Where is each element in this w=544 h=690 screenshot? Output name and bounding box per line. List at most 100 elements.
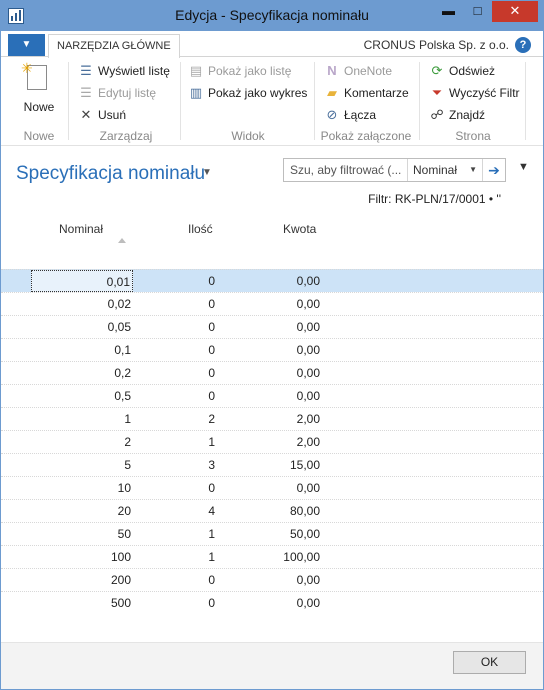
group-label-manage: Zarządzaj (99, 129, 153, 143)
cell-amount: 2,00 (296, 435, 320, 449)
list-icon: ▤ (189, 63, 203, 78)
table-row[interactable]: 500 0 0,00 (1, 591, 543, 614)
cell-quantity[interactable]: 1 (161, 431, 215, 453)
cell-amount: 0,00 (296, 297, 320, 311)
table-row[interactable]: 0,01 0 0,00 (1, 269, 543, 292)
table-row[interactable]: 5 3 15,00 (1, 453, 543, 476)
help-icon[interactable]: ? (515, 37, 531, 53)
cell-nominal[interactable]: 5 (31, 454, 133, 476)
cell-nominal[interactable]: 500 (31, 592, 133, 614)
refresh-button[interactable]: ⟳ Odśwież (429, 62, 495, 80)
cell-nominal[interactable]: 0,1 (31, 339, 133, 361)
clear-filter-button[interactable]: ⏷ Wyczyść Filtr (429, 84, 520, 102)
cell-quantity[interactable]: 0 (161, 477, 215, 499)
column-header-amount[interactable]: Kwota (283, 222, 316, 236)
cell-nominal[interactable]: 50 (31, 523, 133, 545)
cell-nominal[interactable]: 0,2 (31, 362, 133, 384)
table-row[interactable]: 0,1 0 0,00 (1, 338, 543, 361)
cell-quantity[interactable]: 4 (161, 500, 215, 522)
table-row[interactable]: 0,5 0 0,00 (1, 384, 543, 407)
cell-nominal[interactable]: 0,02 (31, 293, 133, 315)
table-row[interactable]: 0,02 0 0,00 (1, 292, 543, 315)
show-as-chart-button[interactable]: ▥ Pokaż jako wykres (188, 84, 308, 102)
cell-amount: 0,00 (296, 389, 320, 403)
cell-quantity[interactable]: 0 (161, 385, 215, 407)
table-row[interactable]: 10 0 0,00 (1, 476, 543, 499)
new-button[interactable]: ✳ Nowe (17, 60, 61, 118)
ok-button[interactable]: OK (453, 651, 526, 674)
table-row[interactable]: 1 2 2,00 (1, 407, 543, 430)
cell-nominal[interactable]: 1 (31, 408, 133, 430)
filter-summary: Filtr: RK-PLN/17/0001 • '' (368, 192, 501, 206)
group-divider (314, 62, 315, 140)
apply-filter-arrow-icon[interactable]: ➔ (482, 159, 505, 181)
binoculars-icon: ☍ (430, 107, 444, 122)
sparkle-icon: ✳ (21, 60, 33, 76)
cell-quantity[interactable]: 1 (161, 523, 215, 545)
cell-quantity[interactable]: 1 (161, 546, 215, 568)
links-button[interactable]: ⊘ Łącza (324, 106, 376, 124)
filter-input[interactable] (284, 159, 406, 181)
company-name: CRONUS Polska Sp. z o.o. (363, 38, 509, 52)
cell-amount: 0,00 (296, 596, 320, 610)
group-label-page: Strona (455, 129, 491, 143)
delete-button[interactable]: ✕ Usuń (78, 106, 126, 124)
minimize-button[interactable]: ▬ (435, 1, 462, 22)
cell-quantity[interactable]: 0 (161, 569, 215, 591)
cell-quantity[interactable]: 0 (161, 316, 215, 338)
tab-home[interactable]: NARZĘDZIA GŁÓWNE (48, 34, 180, 58)
cell-amount: 2,00 (296, 412, 320, 426)
group-label-new: Nowe (23, 129, 55, 143)
table-row[interactable]: 20 4 80,00 (1, 499, 543, 522)
page-title[interactable]: Specyfikacja nominału (16, 163, 205, 185)
table-row[interactable]: 100 1 100,00 (1, 545, 543, 568)
cell-amount: 0,00 (296, 320, 320, 334)
table-row[interactable]: 200 0 0,00 (1, 568, 543, 591)
view-list-button[interactable]: ☰ Wyświetl listę (78, 62, 170, 80)
link-icon: ⊘ (326, 107, 338, 122)
comment-icon: ▰ (327, 85, 337, 100)
cell-quantity[interactable]: 2 (161, 408, 215, 430)
cell-quantity[interactable]: 3 (161, 454, 215, 476)
collapse-chevron-icon[interactable]: ▼ (518, 161, 529, 173)
filter-box: Nominał ▼ ➔ (283, 158, 506, 182)
table-row[interactable]: 0,05 0 0,00 (1, 315, 543, 338)
cell-nominal[interactable]: 10 (31, 477, 133, 499)
cell-quantity[interactable]: 0 (161, 339, 215, 361)
column-header-nominal[interactable]: Nominał (59, 222, 103, 236)
close-button[interactable]: ✕ (492, 1, 538, 22)
filter-field-select[interactable]: Nominał ▼ (407, 159, 482, 181)
edit-list-button[interactable]: ☰ Edytuj listę (78, 84, 156, 102)
cell-quantity[interactable]: 0 (161, 362, 215, 384)
cell-nominal[interactable]: 0,01 (31, 270, 133, 292)
title-bar[interactable]: Edycja - Specyfikacja nominału ▬ □ ✕ (1, 1, 543, 31)
sort-ascending-icon (118, 238, 126, 243)
cell-nominal[interactable]: 200 (31, 569, 133, 591)
find-button[interactable]: ☍ Znajdź (429, 106, 485, 124)
cell-nominal[interactable]: 0,5 (31, 385, 133, 407)
show-as-list-button[interactable]: ▤ Pokaż jako listę (188, 62, 292, 80)
comments-button[interactable]: ▰ Komentarze (324, 84, 409, 102)
cell-quantity[interactable]: 0 (161, 270, 215, 292)
cell-quantity[interactable]: 0 (161, 293, 215, 315)
cell-nominal[interactable]: 0,05 (31, 316, 133, 338)
onenote-button[interactable]: N OneNote (324, 62, 392, 80)
column-header-quantity[interactable]: Ilość (188, 222, 213, 236)
cell-quantity[interactable]: 0 (161, 592, 215, 614)
maximize-button[interactable]: □ (464, 1, 491, 22)
cell-nominal[interactable]: 100 (31, 546, 133, 568)
group-label-view: Widok (231, 129, 265, 143)
app-menu-button[interactable]: ▼ (8, 34, 45, 56)
table-row[interactable]: 2 1 2,00 (1, 430, 543, 453)
onenote-icon: N (327, 63, 337, 78)
table-row[interactable]: 0,2 0 0,00 (1, 361, 543, 384)
title-dropdown-icon[interactable]: ▼ (202, 167, 212, 178)
cell-nominal[interactable]: 20 (31, 500, 133, 522)
cell-nominal[interactable]: 2 (31, 431, 133, 453)
clear-filter-icon: ⏷ (431, 85, 443, 100)
table-row[interactable]: 50 1 50,00 (1, 522, 543, 545)
refresh-icon: ⟳ (431, 63, 443, 78)
dropdown-arrow-icon: ▼ (469, 165, 477, 174)
denomination-table: 0,01 0 0,00 0,02 0 0,00 0,05 0 0,00 0,1 … (1, 269, 543, 614)
cell-amount: 80,00 (289, 504, 320, 518)
